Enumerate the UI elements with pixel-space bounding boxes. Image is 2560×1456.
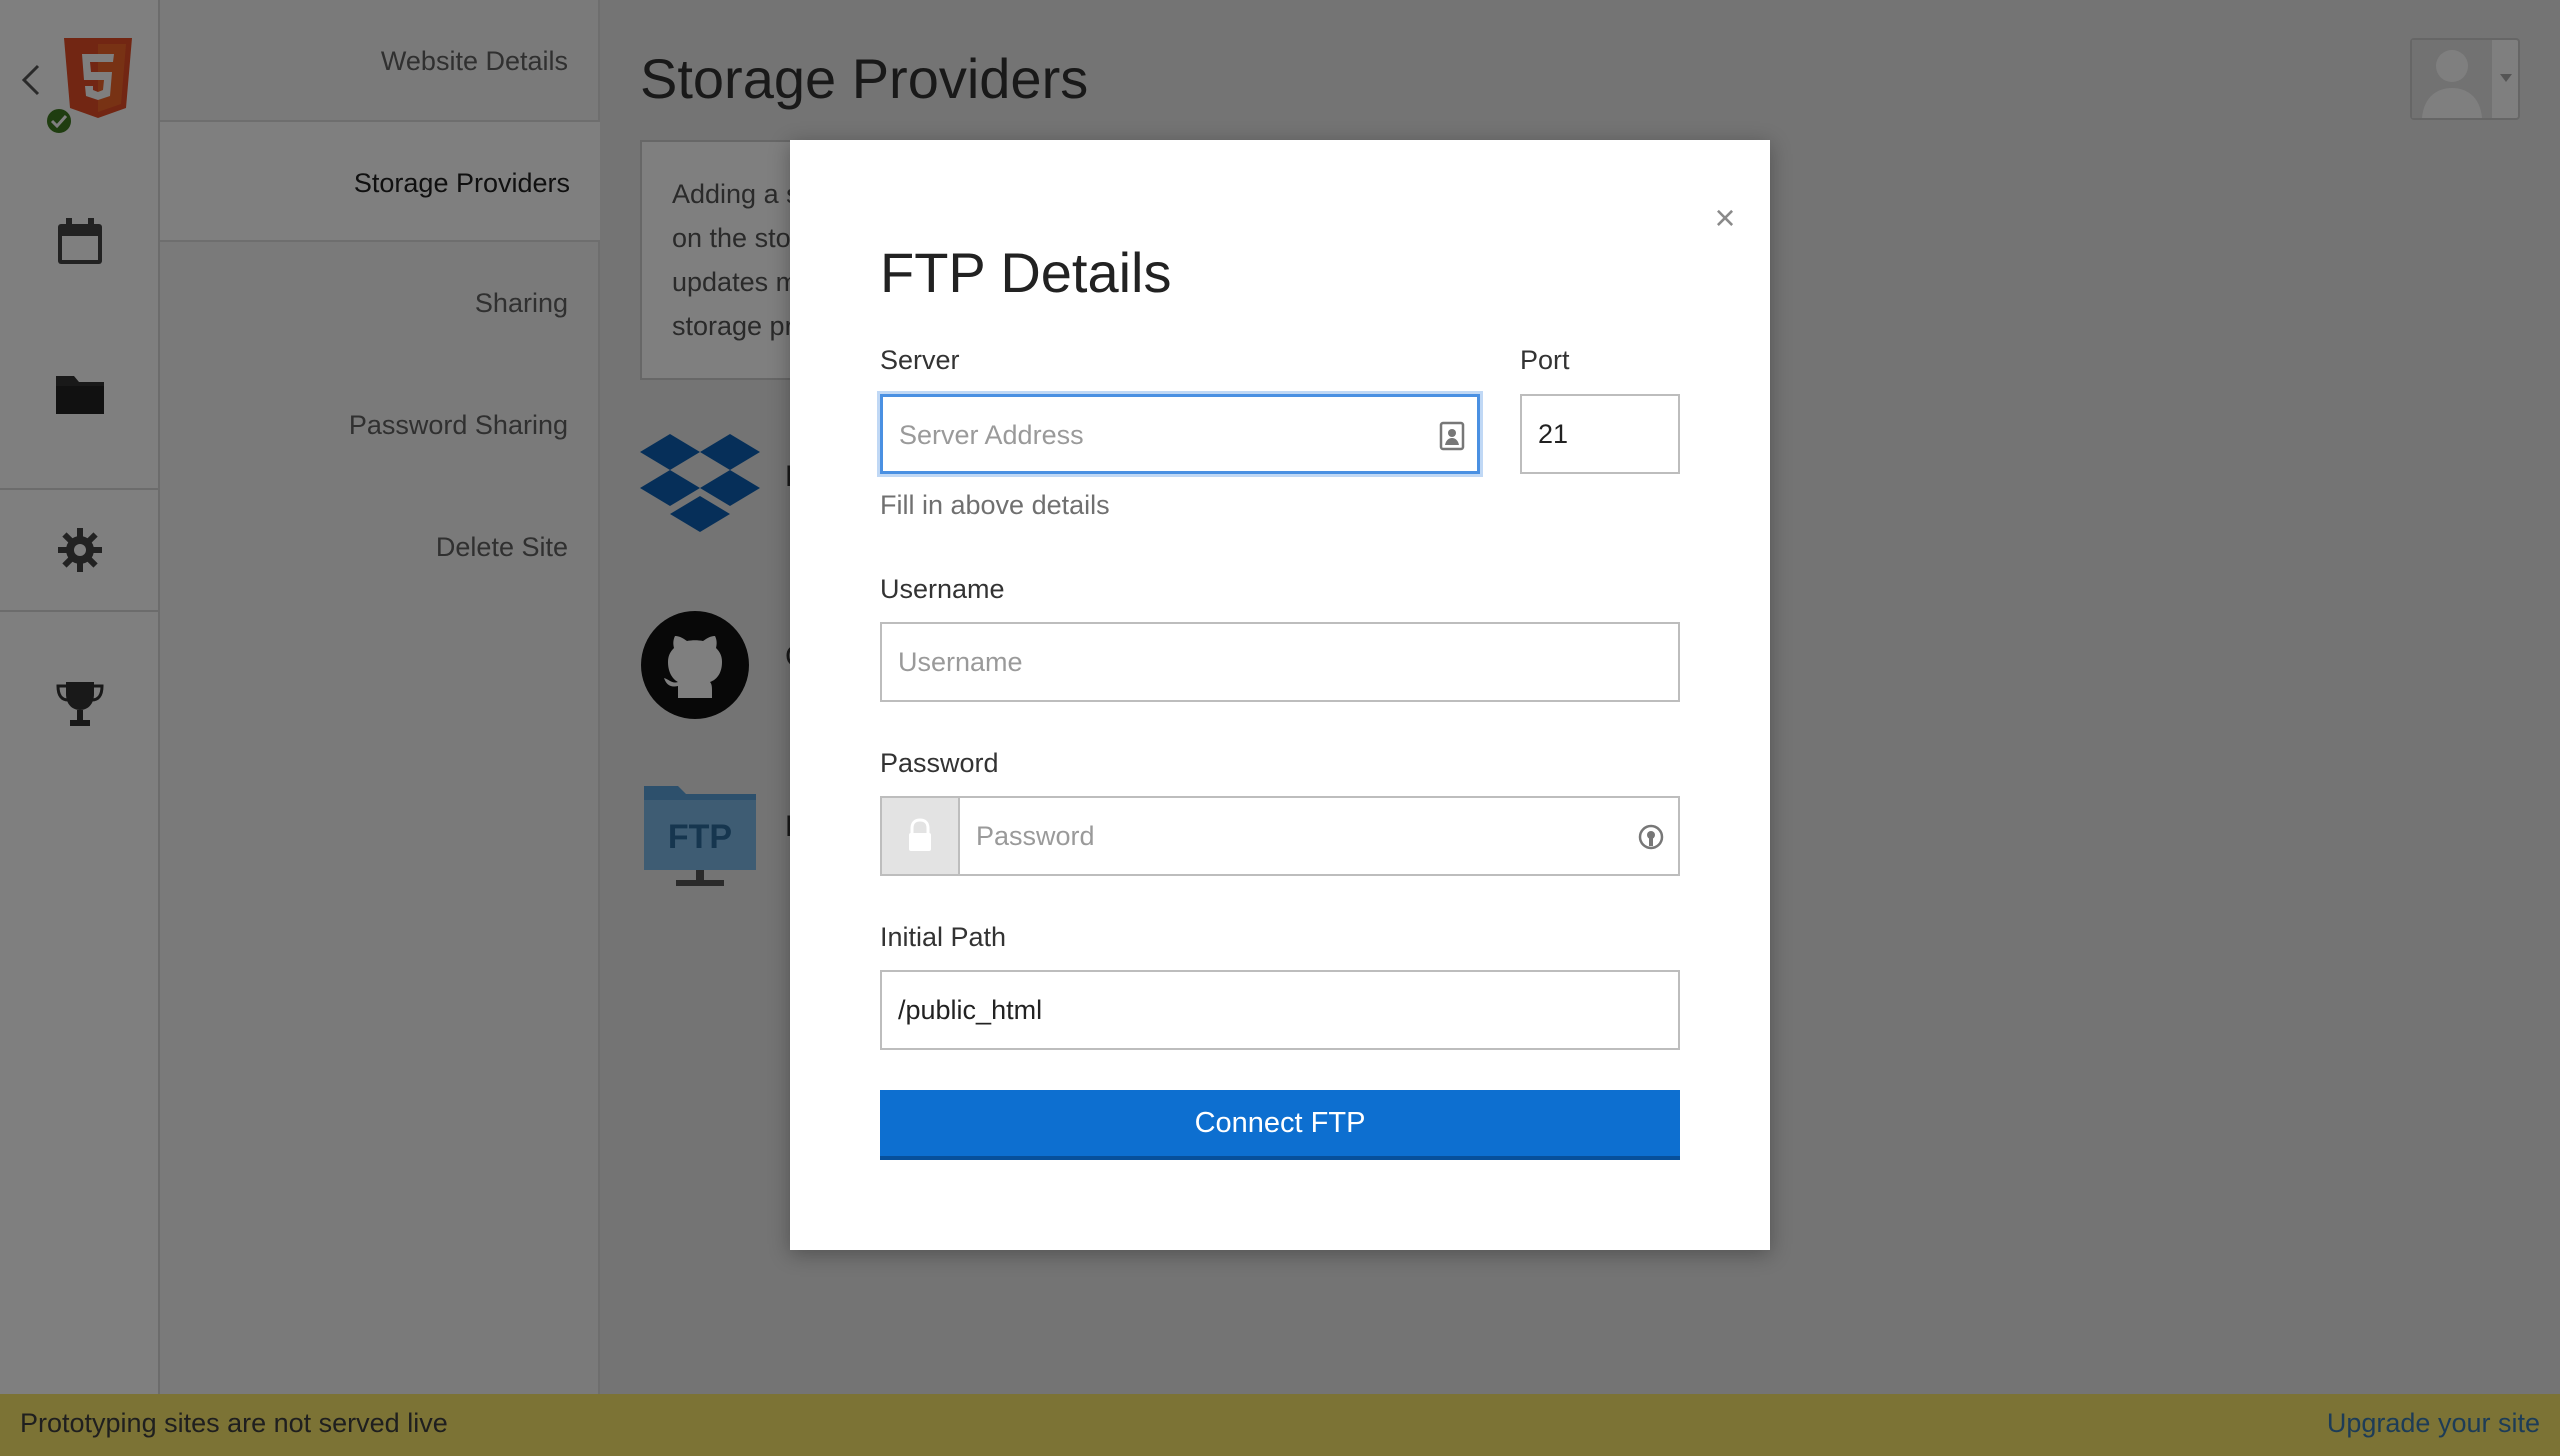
server-label: Server bbox=[880, 345, 960, 375]
banner-message: Prototyping sites are not served live bbox=[20, 1408, 448, 1438]
contact-card-icon[interactable] bbox=[1439, 421, 1465, 451]
initial-path-input[interactable]: /public_html bbox=[880, 970, 1680, 1050]
lock-addon bbox=[880, 796, 960, 876]
ftp-details-modal: × FTP Details Server Server Address Port… bbox=[790, 140, 1770, 1250]
form-hint: Fill in above details bbox=[880, 490, 1110, 520]
upgrade-link[interactable]: Upgrade your site bbox=[2327, 1408, 2540, 1439]
password-label: Password bbox=[880, 748, 999, 778]
password-input[interactable]: Password bbox=[958, 796, 1680, 876]
username-label: Username bbox=[880, 574, 1005, 604]
server-input[interactable]: Server Address bbox=[880, 394, 1480, 474]
password-manager-icon[interactable] bbox=[1636, 822, 1666, 852]
initial-path-label: Initial Path bbox=[880, 922, 1007, 952]
lock-icon bbox=[909, 818, 931, 851]
close-icon[interactable]: × bbox=[1705, 198, 1745, 238]
port-input[interactable]: 21 bbox=[1520, 394, 1680, 474]
prototype-banner: Prototyping sites are not served live Up… bbox=[0, 1394, 2560, 1456]
server-placeholder: Server Address bbox=[899, 420, 1084, 450]
port-label: Port bbox=[1520, 345, 1570, 375]
connect-ftp-button[interactable]: Connect FTP bbox=[880, 1090, 1680, 1160]
modal-title: FTP Details bbox=[880, 241, 1172, 304]
username-input[interactable]: Username bbox=[880, 622, 1680, 702]
password-placeholder: Password bbox=[976, 821, 1095, 851]
